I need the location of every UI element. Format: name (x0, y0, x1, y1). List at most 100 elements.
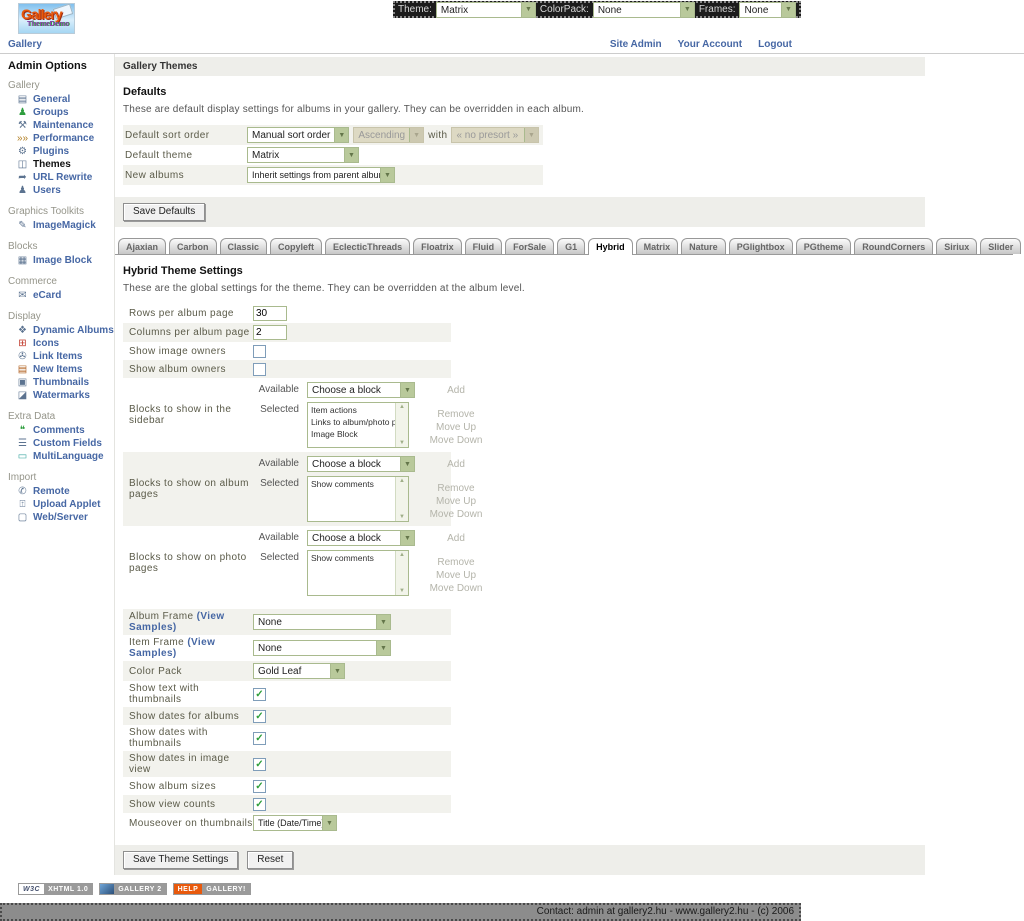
scroll-down-icon[interactable]: ▼ (399, 513, 405, 521)
sidebar-item-comments[interactable]: ❝Comments (8, 424, 114, 437)
blocks-sidebar-movedown-link[interactable]: Move Down (423, 434, 489, 447)
sidebar-item-web-server[interactable]: ▢Web/Server (8, 511, 114, 524)
sidebar-item-users[interactable]: ♟Users (8, 184, 114, 197)
sidebar-item-link-items[interactable]: ✇Link Items (8, 350, 114, 363)
sidebar-item-multilanguage[interactable]: ▭MultiLanguage (8, 450, 114, 463)
reset-button[interactable]: Reset (247, 851, 293, 869)
theme-select[interactable]: Matrix ▼ (436, 2, 536, 18)
help-gallery-badge[interactable]: HELP GALLERY! (173, 883, 251, 895)
blocks-photo-available-select[interactable]: Choose a block ▼ (307, 530, 415, 546)
your-account-link[interactable]: Your Account (678, 39, 742, 50)
tab-g1[interactable]: G1 (557, 238, 585, 254)
list-item[interactable]: Item actions (311, 404, 394, 416)
list-scrollbar[interactable]: ▲ ▼ (395, 477, 408, 521)
blocks-photo-moveup-link[interactable]: Move Up (423, 569, 489, 582)
list-item[interactable]: Show comments (311, 552, 394, 564)
blocks-album-movedown-link[interactable]: Move Down (423, 508, 489, 521)
gallery-logo[interactable]: Gallery ThemeDemo (18, 3, 75, 34)
gallery2-badge[interactable]: GALLERY 2 (99, 883, 166, 895)
scroll-down-icon[interactable]: ▼ (399, 587, 405, 595)
site-admin-link[interactable]: Site Admin (610, 39, 662, 50)
sidebar-item-imagemagick[interactable]: ✎ImageMagick (8, 219, 114, 232)
show-album-sizes-checkbox[interactable]: ✓ (253, 780, 266, 793)
blocks-album-available-select[interactable]: Choose a block ▼ (307, 456, 415, 472)
show-text-thumbnails-checkbox[interactable]: ✓ (253, 688, 266, 701)
blocks-album-remove-link[interactable]: Remove (423, 482, 489, 495)
frames-select[interactable]: None ▼ (739, 2, 796, 18)
sidebar-item-plugins[interactable]: ⚙Plugins (8, 145, 114, 158)
blocks-sidebar-available-select[interactable]: Choose a block ▼ (307, 382, 415, 398)
colorpack-select[interactable]: None ▼ (593, 2, 695, 18)
sidebar-item-thumbnails[interactable]: ▣Thumbnails (8, 376, 114, 389)
rows-per-page-input[interactable] (253, 306, 287, 321)
sidebar-item-dynamic-albums[interactable]: ❖Dynamic Albums (8, 324, 114, 337)
sidebar-item-icons[interactable]: ⊞Icons (8, 337, 114, 350)
tab-pgtheme[interactable]: PGtheme (796, 238, 852, 254)
tab-copyleft[interactable]: Copyleft (270, 238, 322, 254)
show-view-counts-checkbox[interactable]: ✓ (253, 798, 266, 811)
save-theme-settings-button[interactable]: Save Theme Settings (123, 851, 238, 869)
sidebar-item-groups[interactable]: ♟Groups (8, 106, 114, 119)
tab-ajaxian[interactable]: Ajaxian (118, 238, 166, 254)
list-item[interactable]: Links to album/photo peers (311, 416, 394, 428)
blocks-sidebar-moveup-link[interactable]: Move Up (423, 421, 489, 434)
tab-roundcorners[interactable]: RoundCorners (854, 238, 933, 254)
sidebar-item-themes[interactable]: ◫Themes (8, 158, 114, 171)
list-item[interactable]: Image Block (311, 428, 394, 440)
breadcrumb[interactable]: Gallery (8, 39, 42, 50)
tab-forsale[interactable]: ForSale (505, 238, 554, 254)
sidebar-item-image-block[interactable]: ▦Image Block (8, 254, 114, 267)
sidebar-item-remote[interactable]: ✆Remote (8, 485, 114, 498)
tab-eclecticthreads[interactable]: EclecticThreads (325, 238, 410, 254)
show-dates-albums-checkbox[interactable]: ✓ (253, 710, 266, 723)
sidebar-item-upload-applet[interactable]: ⍐Upload Applet (8, 498, 114, 511)
show-dates-thumbnails-checkbox[interactable]: ✓ (253, 732, 266, 745)
blocks-sidebar-remove-link[interactable]: Remove (423, 408, 489, 421)
blocks-album-add-link[interactable]: Add (423, 456, 489, 471)
blocks-photo-movedown-link[interactable]: Move Down (423, 582, 489, 595)
save-defaults-button[interactable]: Save Defaults (123, 203, 205, 221)
show-album-owners-checkbox[interactable] (253, 363, 266, 376)
default-sort-order-select[interactable]: Manual sort order ▼ (247, 127, 349, 143)
list-scrollbar[interactable]: ▲ ▼ (395, 403, 408, 447)
scroll-up-icon[interactable]: ▲ (399, 477, 405, 485)
tab-slider[interactable]: Slider (980, 238, 1021, 254)
item-frame-select[interactable]: None ▼ (253, 640, 391, 656)
tab-floatrix[interactable]: Floatrix (413, 238, 462, 254)
logout-link[interactable]: Logout (758, 39, 792, 50)
new-albums-select[interactable]: Inherit settings from parent album ▼ (247, 167, 395, 183)
default-theme-select[interactable]: Matrix ▼ (247, 147, 359, 163)
sidebar-item-maintenance[interactable]: ⚒Maintenance (8, 119, 114, 132)
scroll-up-icon[interactable]: ▲ (399, 403, 405, 411)
mouseover-select[interactable]: Title (Date/Time) ▼ (253, 815, 337, 831)
scroll-up-icon[interactable]: ▲ (399, 551, 405, 559)
sidebar-item-custom-fields[interactable]: ☰Custom Fields (8, 437, 114, 450)
tab-nature[interactable]: Nature (681, 238, 726, 254)
list-scrollbar[interactable]: ▲ ▼ (395, 551, 408, 595)
show-image-owners-checkbox[interactable] (253, 345, 266, 358)
sidebar-item-url-rewrite[interactable]: ➦URL Rewrite (8, 171, 114, 184)
blocks-photo-add-link[interactable]: Add (423, 530, 489, 545)
sidebar-item-ecard[interactable]: ✉eCard (8, 289, 114, 302)
blocks-album-moveup-link[interactable]: Move Up (423, 495, 489, 508)
color-pack-select[interactable]: Gold Leaf ▼ (253, 663, 345, 679)
sidebar-item-watermarks[interactable]: ◪Watermarks (8, 389, 114, 402)
sidebar-item-performance[interactable]: »»Performance (8, 132, 114, 145)
blocks-sidebar-add-link[interactable]: Add (423, 382, 489, 397)
tab-matrix[interactable]: Matrix (636, 238, 679, 254)
columns-per-page-input[interactable] (253, 325, 287, 340)
list-item[interactable]: Show comments (311, 478, 394, 490)
tab-fluid[interactable]: Fluid (465, 238, 503, 254)
blocks-photo-remove-link[interactable]: Remove (423, 556, 489, 569)
tab-pglightbox[interactable]: PGlightbox (729, 238, 793, 254)
sidebar-item-new-items[interactable]: ▤New Items (8, 363, 114, 376)
tab-carbon[interactable]: Carbon (169, 238, 217, 254)
scroll-down-icon[interactable]: ▼ (399, 439, 405, 447)
sidebar-item-general[interactable]: ▤General (8, 93, 114, 106)
album-frame-select[interactable]: None ▼ (253, 614, 391, 630)
tab-siriux[interactable]: Siriux (936, 238, 977, 254)
show-dates-image-view-checkbox[interactable]: ✓ (253, 758, 266, 771)
tab-classic[interactable]: Classic (220, 238, 268, 254)
w3c-xhtml-badge[interactable]: W3C XHTML 1.0 (18, 883, 93, 895)
tab-hybrid[interactable]: Hybrid (588, 238, 633, 255)
